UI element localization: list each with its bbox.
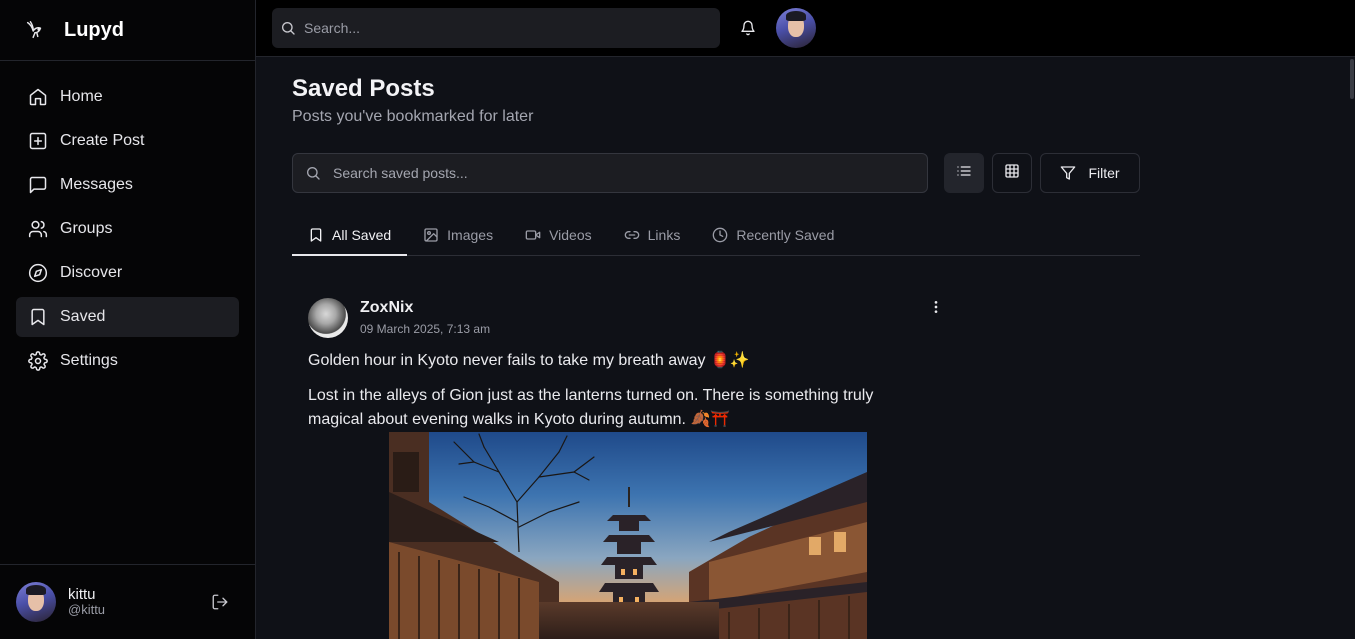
post-options-button[interactable]	[926, 299, 946, 319]
sidebar-item-label: Home	[60, 88, 103, 105]
saved-search[interactable]	[292, 153, 928, 193]
filter-button[interactable]: Filter	[1040, 153, 1140, 193]
sidebar-item-label: Settings	[60, 352, 118, 369]
filter-icon	[1060, 165, 1076, 181]
bookmark-icon	[28, 307, 48, 327]
sidebar: Lupyd Home Create Post Messages Groups D…	[0, 0, 256, 639]
post-image-building-left	[389, 432, 559, 639]
main-content: Saved Posts Posts you've bookmarked for …	[256, 57, 1355, 639]
tab-label: Links	[647, 227, 681, 243]
user-handle: @kittu	[68, 602, 106, 618]
user-name: kittu	[68, 585, 96, 603]
sidebar-item-label: Messages	[60, 176, 133, 193]
users-icon	[28, 219, 48, 239]
brand[interactable]: Lupyd	[0, 0, 255, 61]
sidebar-item-messages[interactable]: Messages	[16, 165, 239, 205]
scrollbar-thumb[interactable]	[1350, 59, 1354, 99]
sidebar-nav: Home Create Post Messages Groups Discove…	[0, 61, 255, 401]
sidebar-item-create-post[interactable]: Create Post	[16, 121, 239, 161]
tab-label: Recently Saved	[736, 227, 835, 243]
sidebar-item-discover[interactable]: Discover	[16, 253, 239, 293]
global-search[interactable]	[272, 8, 720, 48]
sidebar-item-saved[interactable]: Saved	[16, 297, 239, 337]
sidebar-item-label: Discover	[60, 264, 123, 281]
compass-icon	[28, 263, 48, 283]
search-icon	[280, 20, 296, 36]
list-icon	[956, 163, 972, 184]
search-icon	[305, 165, 321, 181]
sidebar-item-label: Create Post	[60, 132, 145, 149]
tab-all-saved[interactable]: All Saved	[292, 215, 408, 256]
topbar	[256, 0, 1355, 57]
saved-tabs: All Saved Images Videos Links Recently S…	[292, 215, 1140, 256]
sidebar-item-groups[interactable]: Groups	[16, 209, 239, 249]
tab-links[interactable]: Links	[608, 215, 697, 255]
tab-label: Images	[447, 227, 494, 243]
bookmark-icon	[308, 227, 324, 243]
clock-icon	[712, 227, 728, 243]
user-card[interactable]: kittu @kittu	[0, 564, 255, 639]
video-icon	[525, 227, 541, 243]
tab-videos[interactable]: Videos	[509, 215, 608, 255]
page-title: Saved Posts	[292, 75, 435, 102]
tab-images[interactable]: Images	[407, 215, 509, 255]
home-icon	[28, 87, 48, 107]
post-author-avatar[interactable]	[308, 298, 348, 338]
grid-view-button[interactable]	[992, 153, 1032, 193]
post-body: Lost in the alleys of Gion just as the l…	[308, 387, 874, 428]
image-icon	[423, 227, 439, 243]
post-date: 09 March 2025, 7:13 am	[360, 322, 491, 336]
post-title: Golden hour in Kyoto never fails to take…	[308, 352, 750, 369]
bird-logo-icon	[24, 19, 46, 41]
global-search-input[interactable]	[304, 20, 704, 36]
post-image[interactable]	[389, 432, 867, 639]
saved-search-input[interactable]	[333, 165, 913, 181]
bell-icon[interactable]	[740, 20, 756, 36]
link-icon	[624, 227, 640, 243]
list-view-button[interactable]	[944, 153, 984, 193]
more-vertical-icon	[928, 299, 944, 320]
post-author[interactable]: ZoxNix	[360, 299, 413, 317]
tab-label: All Saved	[332, 226, 392, 243]
filter-label: Filter	[1088, 165, 1120, 181]
avatar[interactable]	[776, 8, 816, 48]
post-image-street	[539, 602, 719, 639]
page-scrollbar[interactable]	[1349, 57, 1355, 639]
tab-label: Videos	[549, 227, 592, 243]
grid-icon	[1004, 163, 1020, 184]
tab-recently-saved[interactable]: Recently Saved	[696, 215, 850, 255]
brand-name: Lupyd	[64, 18, 124, 41]
sidebar-item-settings[interactable]: Settings	[16, 341, 239, 381]
sidebar-item-label: Saved	[60, 308, 106, 325]
gear-icon	[28, 351, 48, 371]
sidebar-item-home[interactable]: Home	[16, 77, 239, 117]
user-info: kittu @kittu	[68, 586, 105, 618]
sidebar-item-label: Groups	[60, 220, 113, 237]
plus-square-icon	[28, 131, 48, 151]
message-square-icon	[28, 175, 48, 195]
avatar[interactable]	[16, 582, 56, 622]
page-subtitle: Posts you've bookmarked for later	[292, 108, 534, 125]
logout-icon[interactable]	[211, 593, 229, 611]
